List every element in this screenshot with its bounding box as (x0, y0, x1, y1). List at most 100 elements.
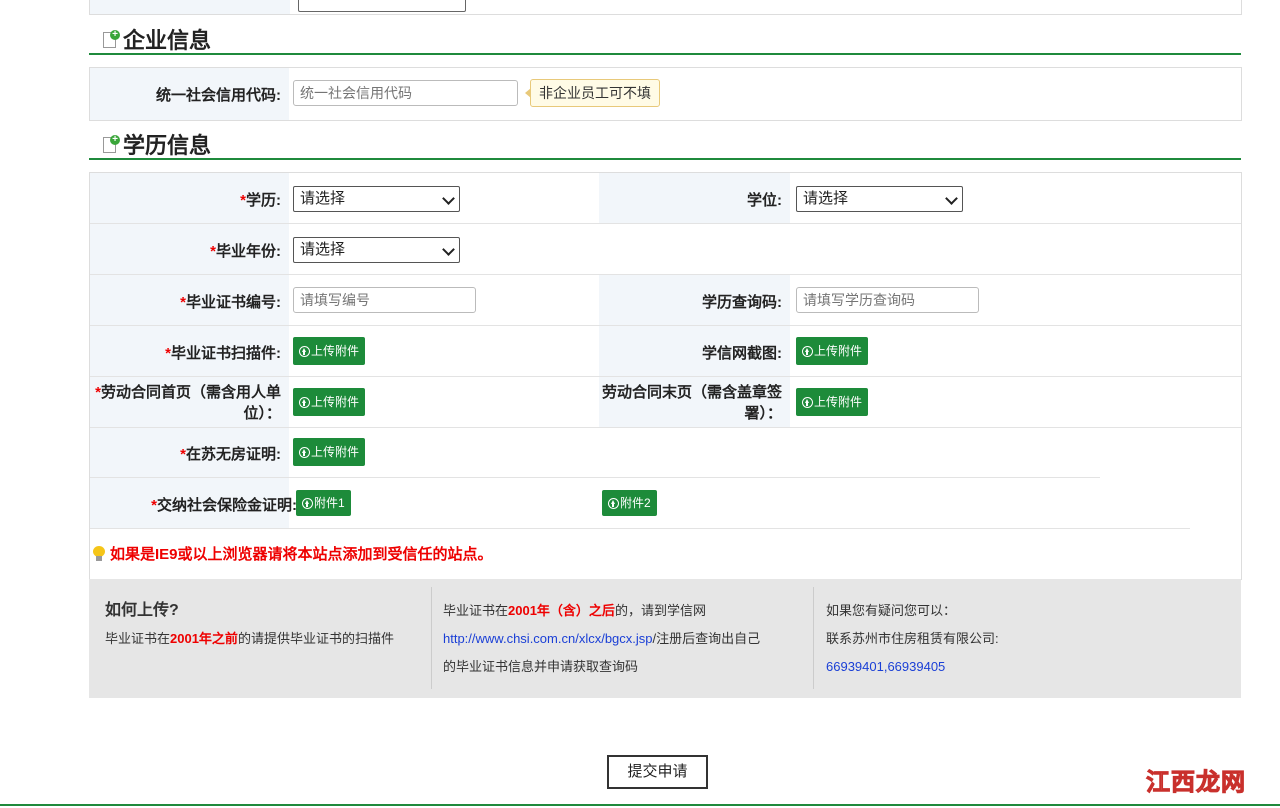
chevron-down-icon (442, 243, 455, 256)
grad-year-select-value: 请选择 (300, 241, 346, 258)
no-house-label-text: 在苏无房证明: (186, 446, 281, 463)
help-divider (813, 587, 814, 689)
contract-row: *劳动合同首页（需含用人单 位）： 上传附件 劳动合同末页（需含盖章签 署）： 上传… (90, 377, 1241, 428)
grad-year-label-cell: *毕业年份: (90, 224, 289, 274)
no-house-label: *在苏无房证明: (180, 443, 281, 464)
upload-arrow-icon (802, 346, 813, 357)
contract-first-label-cell: *劳动合同首页（需含用人单 位）： (90, 377, 289, 427)
cert-scan-label-cell: *毕业证书扫描件: (90, 326, 289, 376)
attachment-2-label: 附件2 (620, 496, 651, 510)
upload-button-label: 上传附件 (311, 395, 360, 409)
grad-year-row: *毕业年份: 请选择 (90, 224, 1241, 275)
cert-scan-upload-button[interactable]: 上传附件 (293, 337, 366, 365)
degree-select-value: 请选择 (300, 190, 346, 207)
chsi-link[interactable]: http://www.chsi.com.cn/xlcx/bgcx.jsp (443, 631, 653, 646)
grad-year-select[interactable]: 请选择 (293, 237, 460, 263)
contract-first-label-line2: 位）： (243, 405, 281, 422)
grad-year-label-text: 毕业年份: (216, 243, 281, 260)
credit-code-label: 统一社会信用代码: (156, 87, 281, 104)
no-house-row: *在苏无房证明: 上传附件 (90, 428, 1100, 478)
upload-arrow-icon (608, 498, 619, 509)
help-col1-post: 的请提供毕业证书的扫描件 (237, 631, 394, 646)
education-form: *学历: 请选择 学位: 请选择 *毕业年份: 请选择 *毕业证书编号: 学历查… (89, 172, 1242, 580)
help-col2-highlight: 2001年（含）之后 (508, 603, 615, 618)
help-col2-post: 的，请到学信网 (614, 603, 706, 618)
chsi-screenshot-label-cell: 学信网截图: (599, 326, 790, 376)
cert-scan-label: *毕业证书扫描件: (165, 342, 281, 363)
query-code-input[interactable] (796, 287, 979, 313)
credit-code-row: 统一社会信用代码: 非企业员工可不填 (90, 68, 1241, 120)
cert-scan-label-text: 毕业证书扫描件: (171, 345, 281, 362)
social-security-label: *交纳社会保险金证明: (151, 494, 297, 515)
cert-no-label: *毕业证书编号: (180, 291, 281, 312)
query-code-label-cell: 学历查询码: (599, 275, 790, 325)
help-title: 如何上传? (105, 602, 179, 619)
degree-select[interactable]: 请选择 (293, 186, 460, 212)
contract-last-label: 劳动合同末页（需含盖章签 署）： (602, 382, 782, 424)
social-security-row: *交纳社会保险金证明: 附件1 附件2 (90, 478, 1190, 529)
top-partial-label-cell (90, 0, 290, 14)
attachment-1-label: 附件1 (314, 496, 345, 510)
attachment-1-button[interactable]: 附件1 (296, 490, 351, 516)
education-section-underline (89, 158, 1241, 160)
education-section-title: + 学历信息 (103, 129, 211, 159)
academic-degree-label: 学位: (747, 192, 782, 209)
help-col2-line2: http://www.chsi.com.cn/xlcx/bgcx.jsp/注册后… (443, 625, 813, 653)
contract-first-upload-button[interactable]: 上传附件 (293, 388, 366, 416)
help-col2-pre: 毕业证书在 (443, 603, 509, 618)
chevron-down-icon (945, 192, 958, 205)
help-col1-pre: 毕业证书在 (105, 631, 171, 646)
academic-degree-label-cell: 学位: (599, 173, 790, 223)
upload-arrow-icon (302, 498, 313, 509)
no-house-upload-button[interactable]: 上传附件 (293, 438, 366, 466)
degree-label-text: 学历: (246, 192, 281, 209)
degree-label-cell: *学历: (90, 173, 289, 223)
help-column-3: 如果您有疑问您可以： 联系苏州市住房租赁有限公司: 66939401,66939… (826, 597, 1126, 681)
chsi-screenshot-label: 学信网截图: (702, 345, 782, 362)
upload-arrow-icon (299, 447, 310, 458)
upload-button-label: 上传附件 (814, 395, 863, 409)
social-security-label-cell: *交纳社会保险金证明: (90, 478, 297, 528)
ie-notice-text: 如果是IE9或以上浏览器请将本站点添加到受信任的站点。 (110, 546, 493, 563)
company-section-title: + 企业信息 (103, 24, 211, 54)
help-column-1-text: 毕业证书在2001年之前的请提供毕业证书的扫描件 (105, 625, 425, 653)
submit-button[interactable]: 提交申请 (607, 755, 708, 789)
chevron-down-icon (442, 192, 455, 205)
company-form: 统一社会信用代码: 非企业员工可不填 (89, 67, 1242, 121)
cert-no-input[interactable] (293, 287, 476, 313)
contract-last-upload-button[interactable]: 上传附件 (796, 388, 869, 416)
credit-code-input[interactable] (293, 80, 518, 106)
help-col3-line2: 联系苏州市住房租赁有限公司: (826, 631, 999, 646)
chsi-screenshot-upload-button[interactable]: 上传附件 (796, 337, 869, 365)
contract-last-label-line1: 劳动合同末页（需含盖章签 (602, 384, 783, 401)
help-column-1: 如何上传? 毕业证书在2001年之前的请提供毕业证书的扫描件 (105, 597, 425, 653)
bottom-green-line (0, 804, 1280, 806)
watermark-logo: 江西龙网 (1146, 769, 1246, 797)
company-section-title-text: 企业信息 (123, 28, 212, 53)
contract-first-label-line1: 劳动合同首页（需含用人单 (100, 384, 281, 401)
cert-no-row: *毕业证书编号: 学历查询码: (90, 275, 1241, 326)
upload-button-label: 上传附件 (814, 344, 863, 358)
social-security-label-text: 交纳社会保险金证明: (157, 497, 297, 514)
cert-scan-row: *毕业证书扫描件: 上传附件 学信网截图: 上传附件 (90, 326, 1241, 377)
ie-notice: 如果是IE9或以上浏览器请将本站点添加到受信任的站点。 (93, 543, 493, 564)
add-document-icon: + (103, 30, 120, 48)
help-col2-line1: 毕业证书在2001年（含）之后的，请到学信网 (443, 597, 813, 625)
academic-degree-select-value: 请选择 (803, 190, 849, 207)
academic-degree-select[interactable]: 请选择 (796, 186, 963, 212)
help-col3-line1: 如果您有疑问您可以： (826, 603, 957, 618)
help-col2-line2-post: /注册后查询出自己 (652, 631, 761, 646)
help-column-2: 毕业证书在2001年（含）之后的，请到学信网 http://www.chsi.c… (443, 597, 813, 681)
top-partial-select[interactable] (298, 0, 466, 12)
help-col1-highlight: 2001年之前 (170, 631, 238, 646)
contract-last-label-cell: 劳动合同末页（需含盖章签 署）： (599, 377, 790, 427)
query-code-label: 学历查询码: (702, 294, 782, 311)
degree-row: *学历: 请选择 学位: 请选择 (90, 173, 1241, 224)
add-document-icon: + (103, 135, 120, 153)
attachment-2-button[interactable]: 附件2 (602, 490, 657, 516)
lightbulb-icon (93, 545, 105, 562)
contact-phone[interactable]: 66939401,66939405 (826, 653, 1126, 681)
grad-year-label: *毕业年份: (210, 240, 281, 261)
upload-arrow-icon (299, 346, 310, 357)
top-partial-row (89, 0, 1242, 15)
